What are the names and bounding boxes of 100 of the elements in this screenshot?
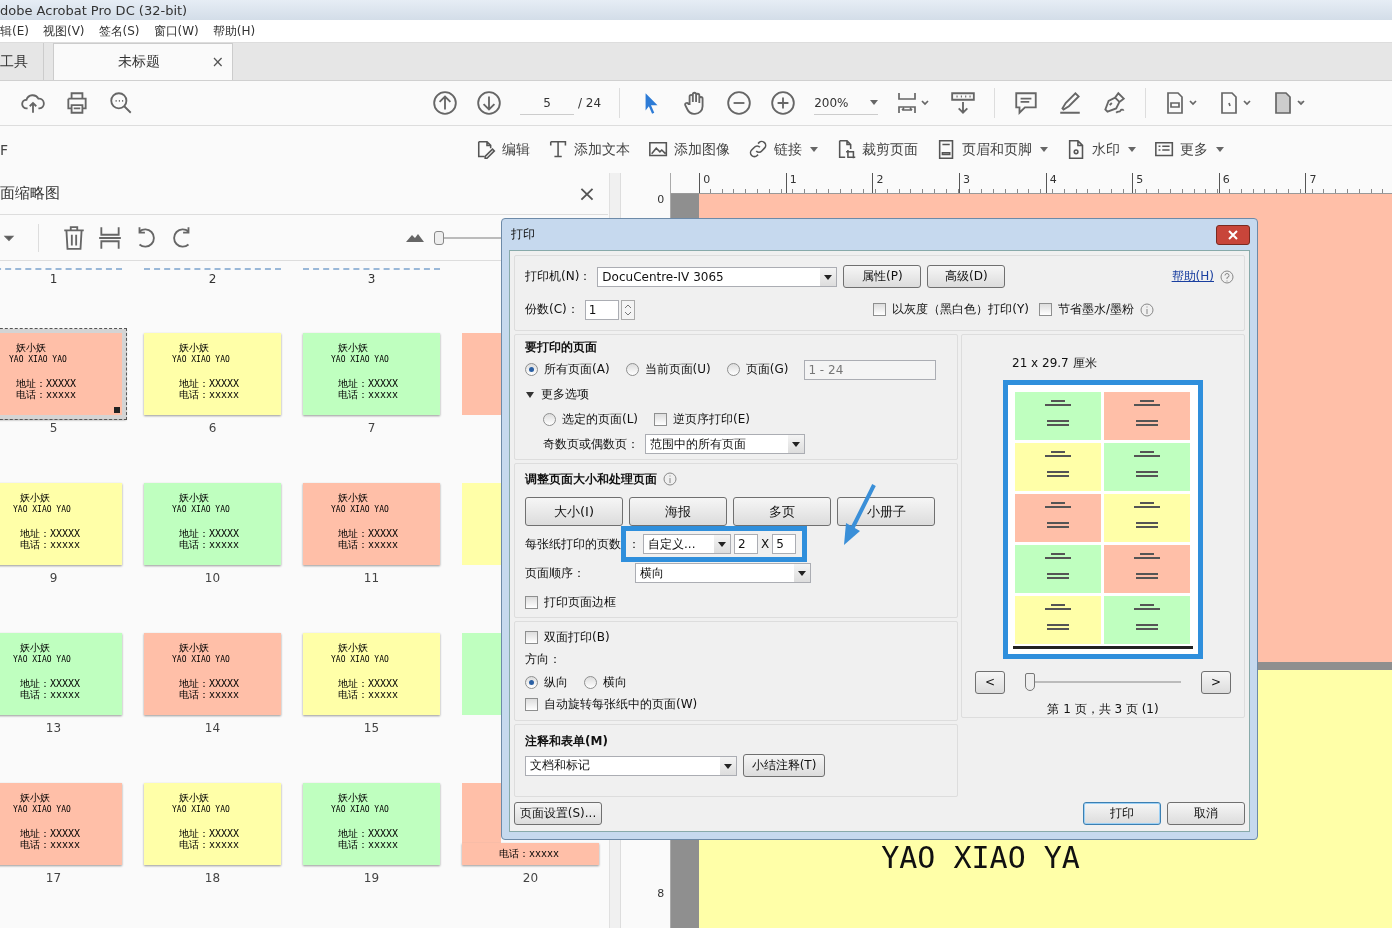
printer-label: 打印机(N)：: [525, 268, 592, 286]
comments-dropdown[interactable]: 文档和标记: [525, 755, 737, 776]
card-name: 妖小妖: [338, 790, 368, 805]
card-address: 地址：XXXXX: [338, 676, 399, 689]
page-thumbnail[interactable]: 妖小妖 YAO XIAO YAO 地址：XXXXX 电话：xxxxx: [0, 633, 122, 715]
card-name: 妖小妖: [179, 790, 209, 805]
menu-item[interactable]: 视图(V): [42, 22, 85, 40]
print-button[interactable]: 打印: [1083, 802, 1161, 825]
checkbox-label: 打印页面边框: [544, 593, 616, 611]
page-number: 15: [363, 721, 380, 735]
rows-field[interactable]: 5: [772, 534, 797, 554]
section-title: 注释和表单(M): [525, 733, 609, 750]
radio-label: 纵向: [544, 673, 568, 691]
dialog-title: 打印: [511, 226, 535, 243]
times-sign: X: [761, 537, 770, 551]
paper-size-label: 21 x 29.7 厘米: [1012, 355, 1097, 372]
card-address: 地址：XXXXX: [20, 826, 81, 839]
card-pinyin: YAO XIAO YAO: [13, 655, 71, 664]
page-thumbnail[interactable]: 妖小妖 YAO XIAO YAO 地址：XXXXX 电话：xxxxx: [303, 783, 440, 865]
page-number: 14: [204, 721, 221, 735]
card-address: 地址：XXXXX: [179, 826, 240, 839]
menu-item[interactable]: 窗口(W): [153, 22, 199, 40]
previous-button[interactable]: <: [975, 670, 1005, 694]
next-button[interactable]: >: [1201, 670, 1231, 694]
card-address: 地址：XXXXX: [179, 526, 240, 539]
menu-item[interactable]: 签名(S): [98, 22, 140, 40]
page-number: 18: [204, 871, 221, 885]
pages-per-sheet-dropdown[interactable]: 自定义...: [643, 534, 731, 554]
card-address: 地址：XXXXX: [179, 676, 240, 689]
ruler-label: 0: [699, 173, 786, 193]
odd-even-label: 奇数页或偶数页：: [543, 435, 639, 453]
page-thumbnail[interactable]: 妖小妖 YAO XIAO YAO 地址：XXXXX 电话：xxxxx: [0, 783, 122, 865]
ruler-label: 4: [1045, 173, 1133, 193]
radio-label: 当前页面(U): [644, 361, 711, 379]
cancel-button[interactable]: 取消: [1167, 802, 1245, 825]
checkbox-label: 节省墨水/墨粉: [1057, 301, 1134, 319]
columns-field[interactable]: 2: [734, 534, 758, 554]
card-name: 妖小妖: [179, 490, 209, 505]
page-thumbnail[interactable]: 妖小妖 YAO XIAO YAO 地址：XXXXX 电话：xxxxx: [303, 333, 440, 415]
card-phone: 电话：xxxxx: [20, 838, 81, 852]
page-thumbnail[interactable]: 妖小妖 YAO XIAO YAO 地址：XXXXX 电话：xxxxx: [0, 483, 122, 565]
checkbox-label: 双面打印(B): [544, 628, 610, 646]
page-number: 6: [208, 421, 217, 435]
page-order-dropdown[interactable]: 横向: [635, 563, 811, 583]
page-number: 19: [363, 871, 380, 885]
radio-label: 页面(G): [745, 361, 789, 379]
page-thumbnail[interactable]: 妖小妖 YAO XIAO YAO 地址：XXXXX 电话：xxxxx: [303, 633, 440, 715]
card-name: 妖小妖: [179, 340, 209, 355]
card-pinyin: YAO XIAO YAO: [9, 355, 67, 364]
tool-button[interactable]: 更多: [1154, 138, 1224, 161]
tool-button[interactable]: 页眉和页脚: [936, 138, 1048, 161]
close-icon[interactable]: ×: [211, 53, 224, 71]
tab[interactable]: 工具: [0, 43, 44, 80]
tab[interactable]: 未标题 ×: [53, 43, 233, 80]
tool-button[interactable]: 编辑: [476, 138, 530, 161]
page-text: YAO XIAO YA: [881, 840, 1080, 875]
page-thumbnail[interactable]: 妖小妖 YAO XIAO YAO 地址：XXXXX 电话：xxxxx: [144, 483, 281, 565]
mode-button[interactable]: 大小(I): [525, 497, 623, 526]
card-address: 地址：XXXXX: [338, 826, 399, 839]
page-order-label: 页面顺序：: [525, 564, 586, 582]
copies-field[interactable]: 1: [584, 299, 619, 320]
menu-item[interactable]: 辑(E): [0, 22, 29, 40]
ruler-label: 3: [959, 173, 1046, 193]
mode-button[interactable]: 小册子: [837, 497, 935, 526]
radio-label: 所有页面(A): [544, 361, 610, 379]
dialog-button[interactable]: 属性(P): [843, 265, 922, 289]
mode-button[interactable]: 海报: [629, 497, 727, 526]
printer-dropdown[interactable]: DocuCentre-IV 3065: [597, 266, 838, 287]
help-link[interactable]: 帮助(H): [1171, 268, 1214, 286]
page-thumbnail[interactable]: 妖小妖 YAO XIAO YAO 地址：XXXXX 电话：xxxxx: [144, 633, 281, 715]
page-number: 1: [0, 268, 122, 288]
page-range-field[interactable]: 1 - 24: [804, 359, 937, 380]
zoom-dropdown[interactable]: 200%: [814, 91, 879, 115]
card-phone: 电话：xxxxx: [338, 688, 399, 702]
card-name: 妖小妖: [338, 340, 368, 355]
card-pinyin: YAO XIAO YAO: [172, 505, 230, 514]
page-number: 20: [522, 871, 539, 885]
page-thumbnail[interactable]: 妖小妖 YAO XIAO YAO 地址：XXXXX 电话：xxxxx: [0, 329, 126, 419]
card-phone: 电话：xxxxx: [338, 538, 399, 552]
page-thumbnail[interactable]: 妖小妖 YAO XIAO YAO 地址：XXXXX 电话：xxxxx: [144, 333, 281, 415]
tool-button[interactable]: 裁剪页面: [836, 138, 918, 161]
tool-button[interactable]: 水印: [1066, 138, 1136, 161]
close-icon[interactable]: ×: [577, 181, 597, 206]
menu-item[interactable]: 帮助(H): [212, 22, 256, 40]
page-thumbnail[interactable]: 妖小妖 YAO XIAO YAO 地址：XXXXX 电话：xxxxx: [303, 483, 440, 565]
section-toggle[interactable]: 更多选项: [541, 386, 589, 403]
tool-button[interactable]: 添加图像: [648, 138, 730, 161]
mode-button[interactable]: 多页: [733, 497, 831, 526]
page-number: 13: [45, 721, 62, 735]
summarize-button[interactable]: 小结注释(T): [743, 754, 825, 777]
page-thumbnail[interactable]: 妖小妖 YAO XIAO YAO 地址：XXXXX 电话：xxxxx: [144, 783, 281, 865]
tool-button[interactable]: 添加文本: [548, 138, 630, 161]
ruler-label: 7: [1305, 173, 1392, 193]
page-number: 3: [303, 268, 440, 288]
page-number-field[interactable]: 5: [520, 91, 574, 115]
dialog-button[interactable]: 高级(D): [927, 265, 1006, 289]
odd-even-dropdown[interactable]: 范围中的所有页面: [645, 434, 805, 454]
page-setup-button[interactable]: 页面设置(S)...: [514, 802, 602, 825]
tool-button[interactable]: 链接: [748, 138, 818, 161]
panel-label: F: [0, 141, 9, 158]
